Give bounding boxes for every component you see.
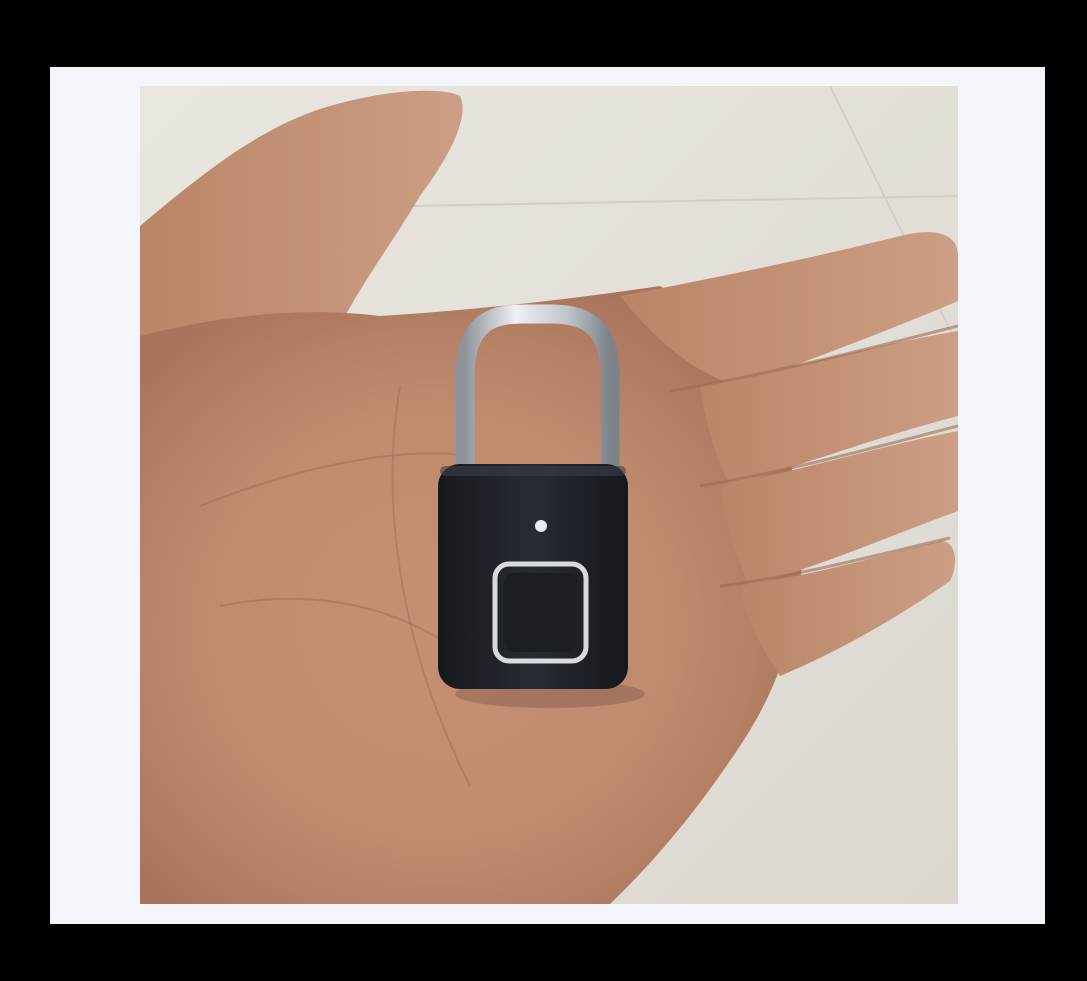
padlock-body-highlight — [440, 466, 626, 476]
fingerprint-sensor-pad — [504, 573, 577, 652]
product-photo — [140, 86, 958, 904]
photo-illustration — [140, 86, 958, 904]
status-led — [535, 520, 547, 532]
